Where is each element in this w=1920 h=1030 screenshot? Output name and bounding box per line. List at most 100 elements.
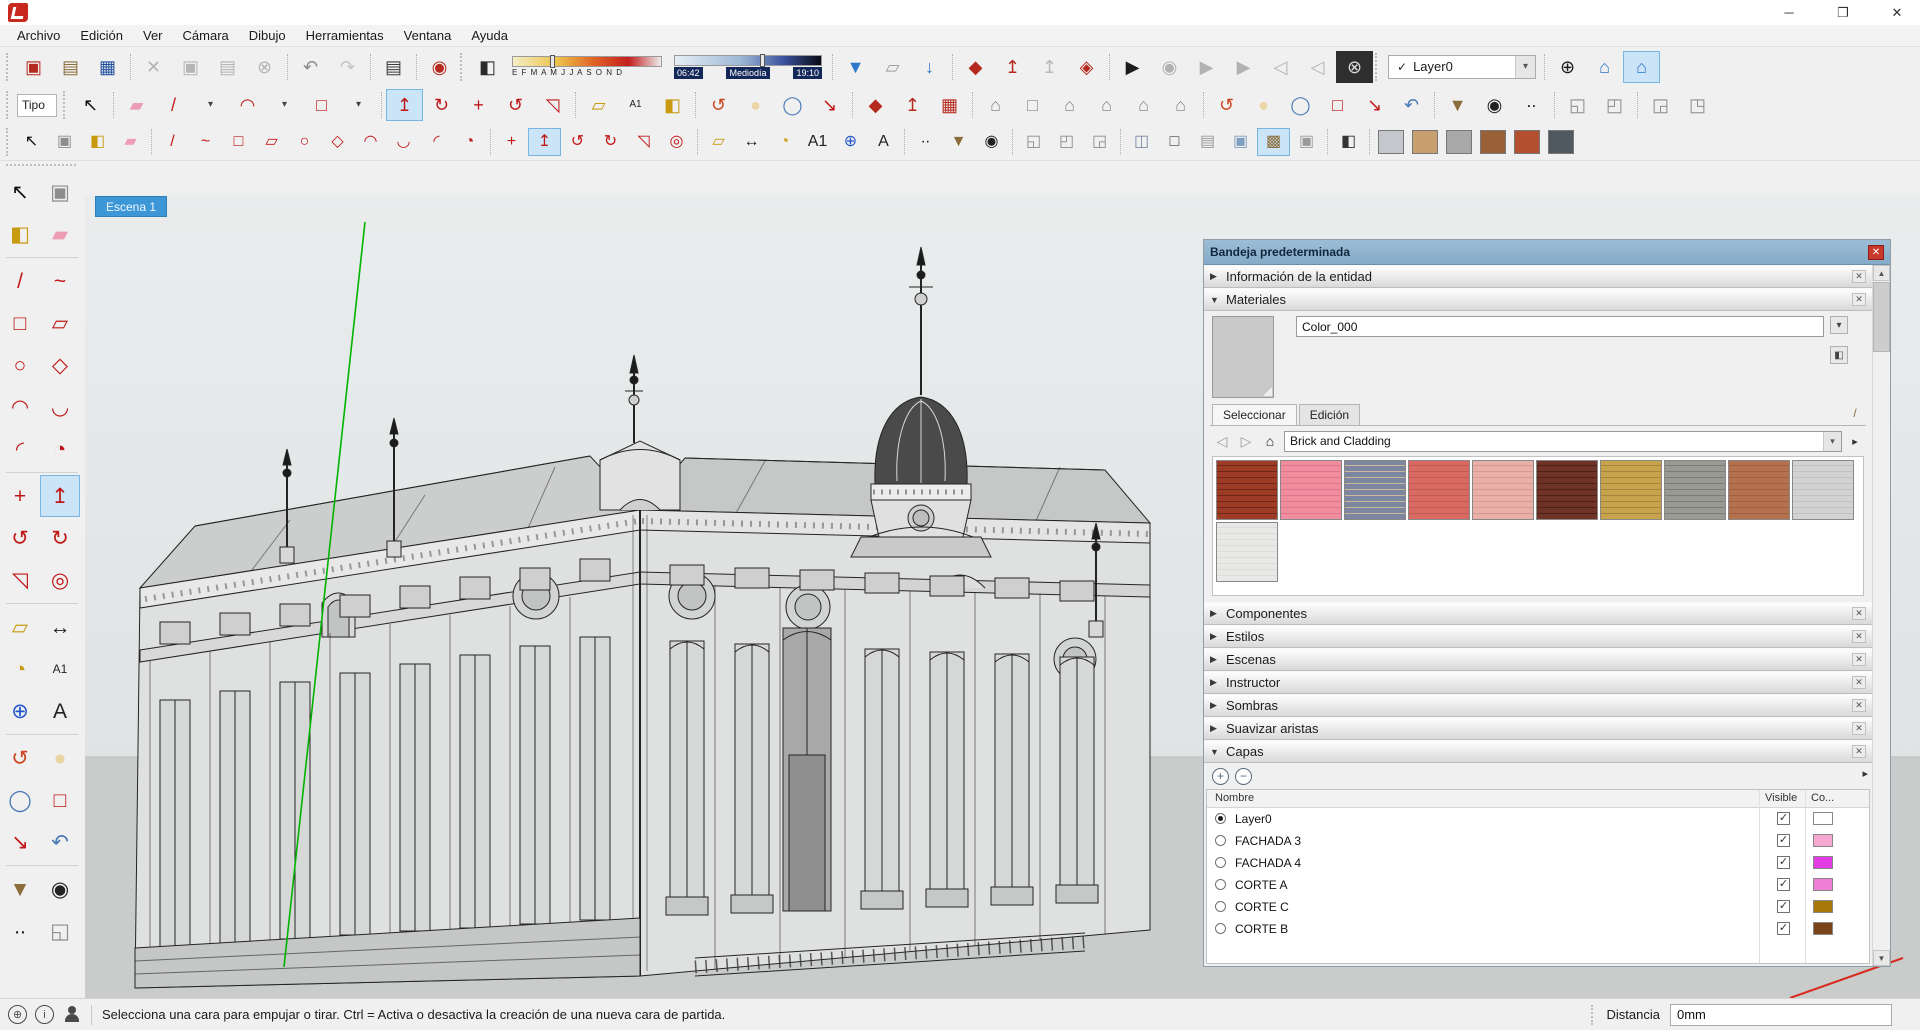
share-component-button[interactable]: ↥: [1031, 51, 1068, 83]
look-around-tool-3[interactable]: ◉: [975, 128, 1008, 156]
section-close-icon[interactable]: ✕: [1852, 676, 1866, 689]
display-secondary-selection-icon[interactable]: ▾: [1830, 316, 1848, 334]
tray-title-bar[interactable]: Bandeja predeterminada ✕: [1204, 240, 1890, 265]
polygon-tool[interactable]: ◇: [321, 128, 354, 156]
front-view-button[interactable]: ⌂: [1051, 89, 1088, 121]
new-button[interactable]: ▣: [15, 51, 52, 83]
forward-arrow-icon[interactable]: ▷: [1236, 433, 1256, 450]
line-tool[interactable]: /: [155, 89, 192, 121]
pan-tool-2[interactable]: ●: [1245, 89, 1282, 121]
toolbar-grip[interactable]: [6, 91, 11, 119]
section-escenas[interactable]: ▶ Escenas ✕: [1204, 648, 1872, 671]
walk-tool-3[interactable]: ∙∙: [909, 128, 942, 156]
resize-handle-icon[interactable]: [1263, 387, 1272, 396]
zoom-extents-tool-2[interactable]: ↘: [1356, 89, 1393, 121]
protractor-tool[interactable]: ◔: [0, 648, 40, 690]
freehand-tool[interactable]: ~: [189, 128, 222, 156]
zoom-window-tool[interactable]: □: [1319, 89, 1356, 121]
back-view-button[interactable]: ⌂: [1125, 89, 1162, 121]
section-close-icon[interactable]: ✕: [1852, 653, 1866, 666]
rotate-tool[interactable]: ↺: [0, 517, 40, 559]
look-around-tool[interactable]: ◉: [1476, 89, 1513, 121]
layer-color-chip[interactable]: [1813, 878, 1833, 891]
paint-bucket-tool[interactable]: ◧: [0, 213, 40, 255]
tray-scrollbar[interactable]: ▲ ▼: [1872, 265, 1890, 966]
material-swatch-plaster-white[interactable]: [1216, 522, 1278, 582]
section-plane-tool-3[interactable]: ◱: [1017, 128, 1050, 156]
axes-tool[interactable]: ⊕: [0, 690, 40, 732]
xray-style-button[interactable]: ◫: [1125, 128, 1158, 156]
lock-camera-button[interactable]: ▶: [1188, 51, 1225, 83]
push-pull-tool[interactable]: ↥: [40, 475, 80, 517]
layer-visible-checkbox[interactable]: ✓: [1777, 922, 1790, 935]
section-close-icon[interactable]: ✕: [1852, 699, 1866, 712]
iso-view-button-2[interactable]: ⌂: [977, 89, 1014, 121]
section-plane-tool[interactable]: ◱: [40, 910, 80, 952]
pan-tool[interactable]: ●: [40, 737, 80, 779]
rotated-rectangle-tool[interactable]: ▱: [40, 302, 80, 344]
layer-row[interactable]: Layer0✓: [1207, 808, 1869, 830]
scale-tool[interactable]: ◹: [0, 559, 40, 601]
rectangle-tool-arrow[interactable]: ▾: [340, 89, 377, 121]
layer-row[interactable]: FACHADA 3✓: [1207, 830, 1869, 852]
shadows-toggle-button[interactable]: ◧: [469, 51, 506, 83]
iso-view-button[interactable]: ⌂: [1586, 51, 1623, 83]
select-tool[interactable]: ↖: [0, 171, 40, 213]
top-view-button[interactable]: □: [1014, 89, 1051, 121]
protractor-tool[interactable]: ◔: [768, 128, 801, 156]
layer-color-chip[interactable]: [1813, 856, 1833, 869]
show-camera-window-button[interactable]: ◁: [1299, 51, 1336, 83]
material-swatch-tile-pink-herringbone[interactable]: [1280, 460, 1342, 520]
texture-swatch-button-5[interactable]: [1514, 130, 1540, 154]
shaded-style-button[interactable]: ▣: [1224, 128, 1257, 156]
scale-tool-3[interactable]: ◹: [627, 128, 660, 156]
section-sombras[interactable]: ▶ Sombras ✕: [1204, 694, 1872, 717]
tape-measure-tool[interactable]: ▱: [0, 606, 40, 648]
line-tool-3[interactable]: /: [156, 128, 189, 156]
sample-paint-icon[interactable]: /: [1846, 404, 1864, 422]
freehand-tool[interactable]: ~: [40, 260, 80, 302]
layer-radio[interactable]: [1215, 835, 1226, 846]
axes-tool[interactable]: ⊕: [834, 128, 867, 156]
share-model-button-2[interactable]: ↥: [894, 89, 931, 121]
arc-tool-3[interactable]: ◠: [354, 128, 387, 156]
circle-tool[interactable]: ○: [288, 128, 321, 156]
tray-close-button[interactable]: ✕: [1868, 245, 1884, 260]
chevron-down-icon[interactable]: ▾: [1515, 56, 1535, 78]
section-close-icon[interactable]: ✕: [1852, 607, 1866, 620]
section-estilos[interactable]: ▶ Estilos ✕: [1204, 625, 1872, 648]
3d-text-tool[interactable]: A: [867, 128, 900, 156]
tab-seleccionar[interactable]: Seleccionar: [1212, 404, 1297, 425]
layer-visible-checkbox[interactable]: ✓: [1777, 812, 1790, 825]
select-tool-3[interactable]: ↖: [15, 128, 48, 156]
dimensions-tool[interactable]: ↔: [735, 128, 768, 156]
details-arrow-icon[interactable]: ▸: [1862, 767, 1868, 780]
layer-color-chip[interactable]: [1813, 834, 1833, 847]
two-point-arc-tool[interactable]: ◡: [40, 386, 80, 428]
credits-info-icon[interactable]: i: [35, 1005, 54, 1024]
minimize-button[interactable]: ─: [1766, 0, 1812, 25]
two-point-arc-tool[interactable]: ◡: [387, 128, 420, 156]
wireframe-style-button[interactable]: □: [1158, 128, 1191, 156]
section-capas[interactable]: ▼ Capas ✕: [1204, 740, 1872, 763]
previous-view-tool[interactable]: ↶: [40, 821, 80, 863]
layer-radio[interactable]: [1215, 857, 1226, 868]
text-tool[interactable]: A1: [617, 89, 654, 121]
pie-tool[interactable]: ◔: [40, 428, 80, 470]
display-section-planes-button[interactable]: ◰: [1596, 89, 1633, 121]
share-model-button[interactable]: ↥: [994, 51, 1031, 83]
section-plane-tool[interactable]: ◱: [1559, 89, 1596, 121]
rotate-tool-3[interactable]: ↺: [561, 128, 594, 156]
redo-button[interactable]: ↷: [329, 51, 366, 83]
zoom-tool-2[interactable]: ◯: [1282, 89, 1319, 121]
layer-radio[interactable]: [1215, 879, 1226, 890]
menu-ventana[interactable]: Ventana: [395, 26, 461, 45]
look-through-camera-button[interactable]: ◉: [1151, 51, 1188, 83]
make-component-tool[interactable]: ▣: [40, 171, 80, 213]
get-models-button-2[interactable]: ◆: [857, 89, 894, 121]
section-close-icon[interactable]: ✕: [1852, 745, 1866, 758]
material-swatch-brick-yellow[interactable]: [1600, 460, 1662, 520]
layers-dropdown[interactable]: ✓ Layer0 ▾: [1388, 55, 1536, 79]
zoom-extents-tool[interactable]: ↘: [0, 821, 40, 863]
chevron-down-icon[interactable]: ▾: [1823, 432, 1841, 451]
